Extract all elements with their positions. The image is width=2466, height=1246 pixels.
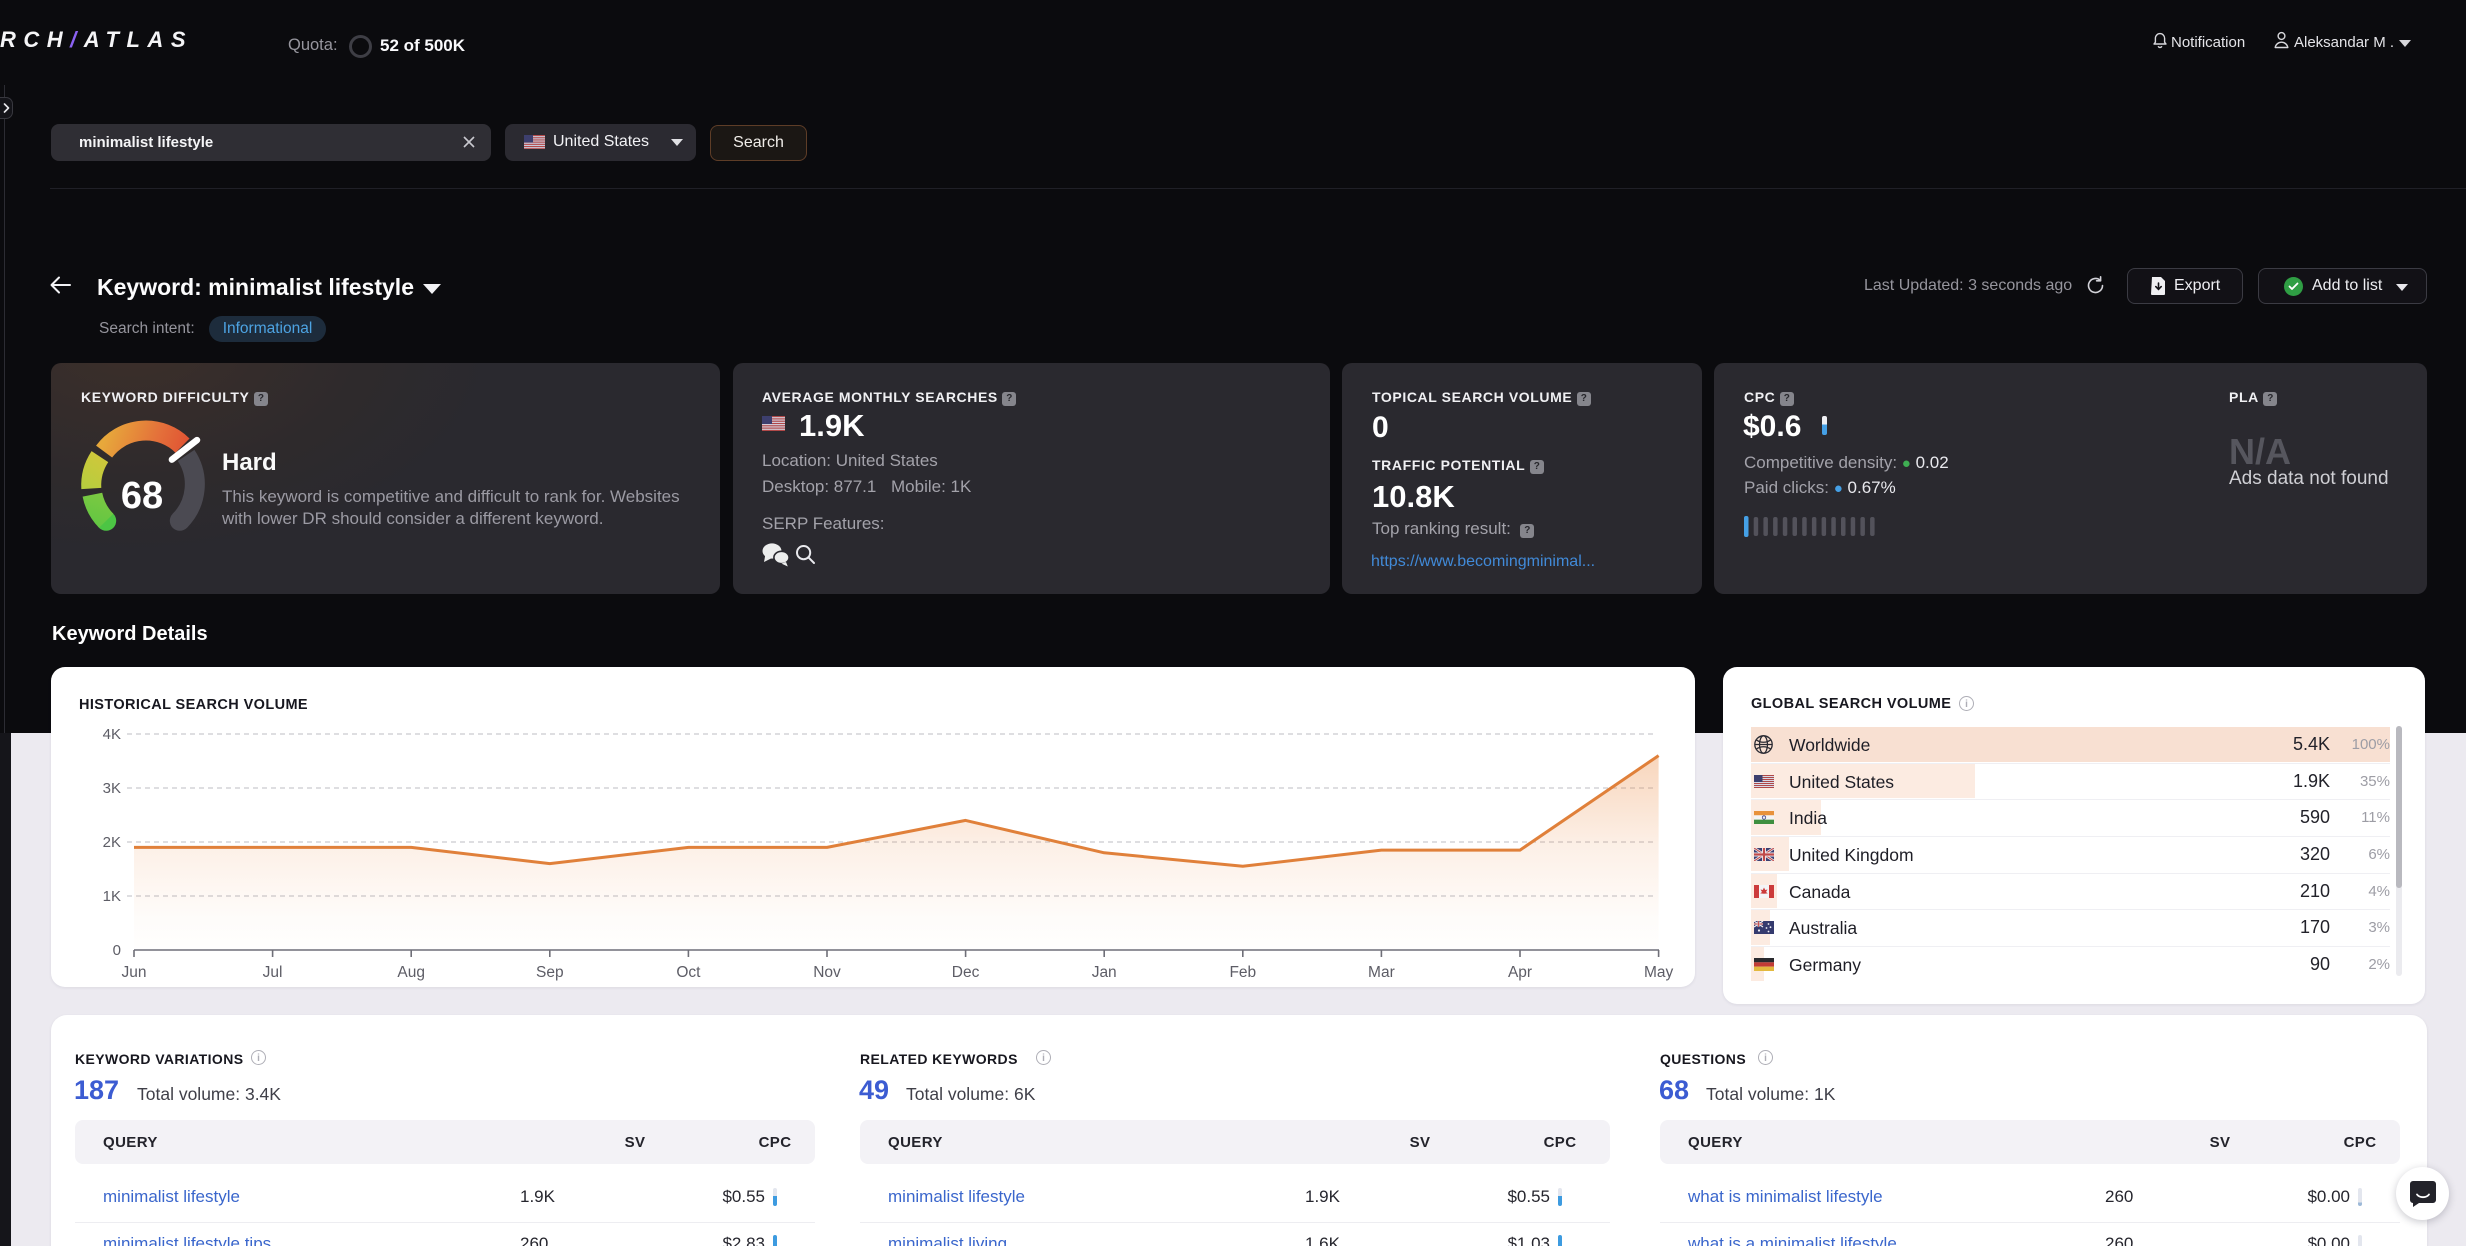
- svg-text:0: 0: [113, 942, 121, 959]
- svg-text:Nov: Nov: [813, 964, 841, 981]
- svg-text:Apr: Apr: [1508, 964, 1532, 981]
- svg-text:Jul: Jul: [263, 964, 283, 981]
- svg-text:4K: 4K: [103, 726, 121, 743]
- svg-text:Feb: Feb: [1229, 964, 1256, 981]
- svg-text:Dec: Dec: [952, 964, 980, 981]
- svg-text:2K: 2K: [103, 834, 121, 851]
- svg-text:May: May: [1644, 964, 1674, 981]
- svg-text:Oct: Oct: [676, 964, 701, 981]
- svg-text:Sep: Sep: [536, 964, 564, 981]
- svg-text:1K: 1K: [103, 888, 121, 905]
- svg-text:Jan: Jan: [1092, 964, 1117, 981]
- svg-text:3K: 3K: [103, 780, 121, 797]
- svg-text:Aug: Aug: [397, 964, 425, 981]
- svg-text:Mar: Mar: [1368, 964, 1395, 981]
- svg-text:Jun: Jun: [122, 964, 147, 981]
